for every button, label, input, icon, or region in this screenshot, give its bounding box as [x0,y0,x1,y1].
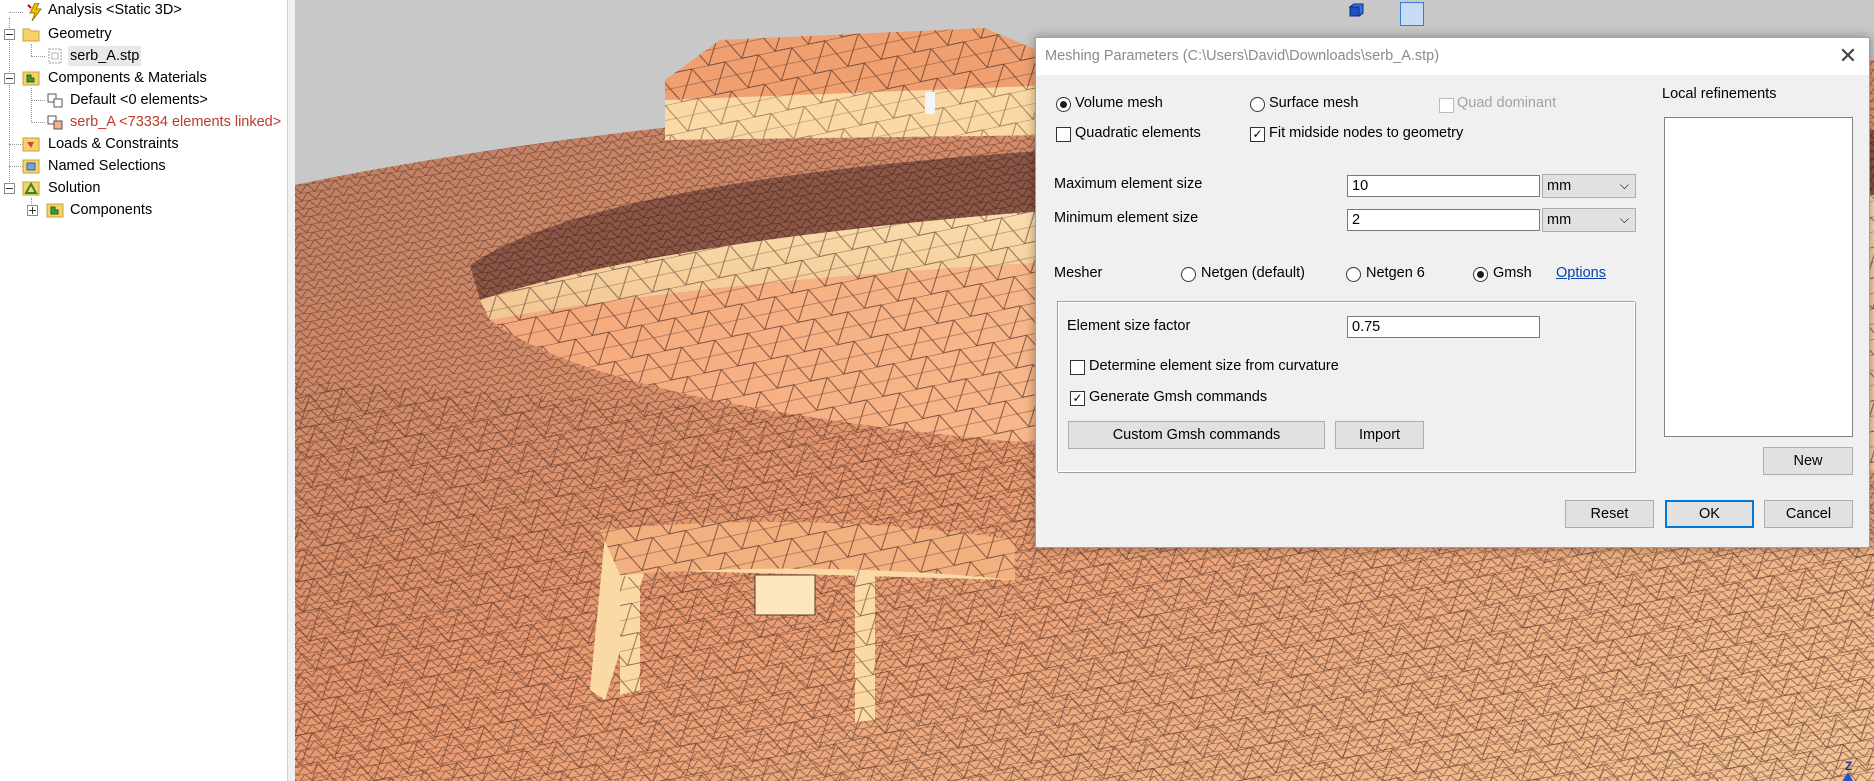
tree-item-label: Default <0 elements> [70,92,208,108]
quadratic-elements-checkbox[interactable] [1056,127,1071,142]
surface-mesh-radio[interactable] [1250,97,1265,112]
tree-item-label: serb_A.stp [68,46,142,66]
expand-toggle-icon[interactable] [27,205,38,216]
collapse-toggle-icon[interactable] [4,73,15,84]
max-size-unit-select[interactable]: mm ⌵ [1542,174,1636,198]
netgen6-label: Netgen 6 [1366,265,1425,281]
components-icon [22,69,40,87]
unit-value: mm [1547,212,1572,228]
tree-item-label: Named Selections [48,158,166,174]
netgen-default-radio[interactable] [1181,267,1196,282]
quadratic-elements-label: Quadratic elements [1075,125,1201,141]
import-button[interactable]: Import [1335,421,1424,449]
loads-icon [22,135,40,153]
close-icon[interactable]: ✕ [1837,45,1859,67]
curvature-checkbox[interactable] [1070,360,1085,375]
quad-dominant-checkbox[interactable] [1439,98,1454,113]
component-node-icon [46,91,64,109]
folder-icon [22,25,40,43]
analysis-bolt-icon [26,2,44,22]
cancel-button[interactable]: Cancel [1764,500,1853,528]
min-element-size-label: Minimum element size [1054,210,1199,226]
options-link[interactable]: Options [1556,265,1606,281]
named-selections-icon [22,157,40,175]
netgen-default-label: Netgen (default) [1201,265,1305,281]
tree-item-solution-components[interactable]: Components [0,200,287,220]
tree-item-geometry[interactable]: Geometry [0,24,287,44]
generate-gmsh-checkbox[interactable]: ✓ [1070,391,1085,406]
volume-mesh-label: Volume mesh [1075,95,1163,111]
surface-mesh-label: Surface mesh [1269,95,1359,111]
tree-item-label: Geometry [48,26,112,42]
tree-item-label: Solution [48,180,101,196]
components-icon [46,201,64,219]
tree-item-analysis[interactable]: Analysis <Static 3D> [0,2,287,22]
tree-item-components-materials[interactable]: Components & Materials [0,68,287,88]
element-size-factor-input[interactable] [1347,316,1540,338]
gmsh-label: Gmsh [1493,265,1532,281]
ok-button[interactable]: OK [1665,500,1754,528]
custom-gmsh-commands-button[interactable]: Custom Gmsh commands [1068,421,1325,449]
gmsh-radio[interactable] [1473,267,1488,282]
volume-mesh-radio[interactable] [1056,97,1071,112]
local-refinements-list[interactable] [1664,117,1853,437]
min-element-size-input[interactable] [1347,209,1540,231]
tree-item-label: Components [70,202,153,218]
model-tree-panel: Analysis <Static 3D> Geometry serb_A.stp… [0,0,288,781]
max-element-size-label: Maximum element size [1054,176,1203,192]
meshing-parameters-dialog: Meshing Parameters (C:\Users\David\Downl… [1035,37,1870,548]
tree-item-label: Components & Materials [48,70,207,86]
min-size-unit-select[interactable]: mm ⌵ [1542,208,1636,232]
z-axis-label: Z [1845,759,1852,773]
tree-item-label: serb_A <73334 elements linked> [70,114,282,130]
chevron-down-icon: ⌵ [1619,212,1629,226]
tree-item-solution[interactable]: Solution [0,178,287,198]
quad-dominant-label: Quad dominant [1457,95,1557,111]
step-file-icon [46,47,64,65]
view-iso-icon[interactable] [1348,2,1424,26]
tree-item-default[interactable]: Default <0 elements> [0,90,287,110]
view-toolbar [1348,2,1424,26]
tree-item-named-selections[interactable]: Named Selections [0,156,287,176]
collapse-toggle-icon[interactable] [4,29,15,40]
dialog-title: Meshing Parameters (C:\Users\David\Downl… [1045,48,1440,64]
collapse-toggle-icon[interactable] [4,183,15,194]
solution-icon [22,179,40,197]
unit-value: mm [1547,178,1572,194]
tree-item-serb-a[interactable]: serb_A <73334 elements linked> [0,112,287,132]
generate-gmsh-label: Generate Gmsh commands [1089,389,1268,405]
panel-splitter[interactable] [288,0,295,781]
tree-item-loads-constraints[interactable]: Loads & Constraints [0,134,287,154]
chevron-down-icon: ⌵ [1619,178,1629,192]
tree-item-label: Loads & Constraints [48,136,179,152]
mesher-label: Mesher [1054,265,1103,281]
max-element-size-input[interactable] [1347,175,1540,197]
fit-midside-checkbox[interactable]: ✓ [1250,127,1265,142]
dialog-titlebar[interactable]: Meshing Parameters (C:\Users\David\Downl… [1036,38,1869,75]
local-refinements-label: Local refinements [1662,86,1777,102]
component-node-icon [46,113,64,131]
new-button[interactable]: New [1763,447,1853,475]
view-side-icon[interactable] [1349,2,1398,26]
fit-midside-label: Fit midside nodes to geometry [1269,125,1464,141]
element-size-factor-label: Element size factor [1067,318,1191,334]
tree-item-step-file[interactable]: serb_A.stp [0,46,287,66]
curvature-label: Determine element size from curvature [1089,358,1339,374]
netgen6-radio[interactable] [1346,267,1361,282]
reset-button[interactable]: Reset [1565,500,1654,528]
tree-item-label: Analysis <Static 3D> [48,2,182,18]
